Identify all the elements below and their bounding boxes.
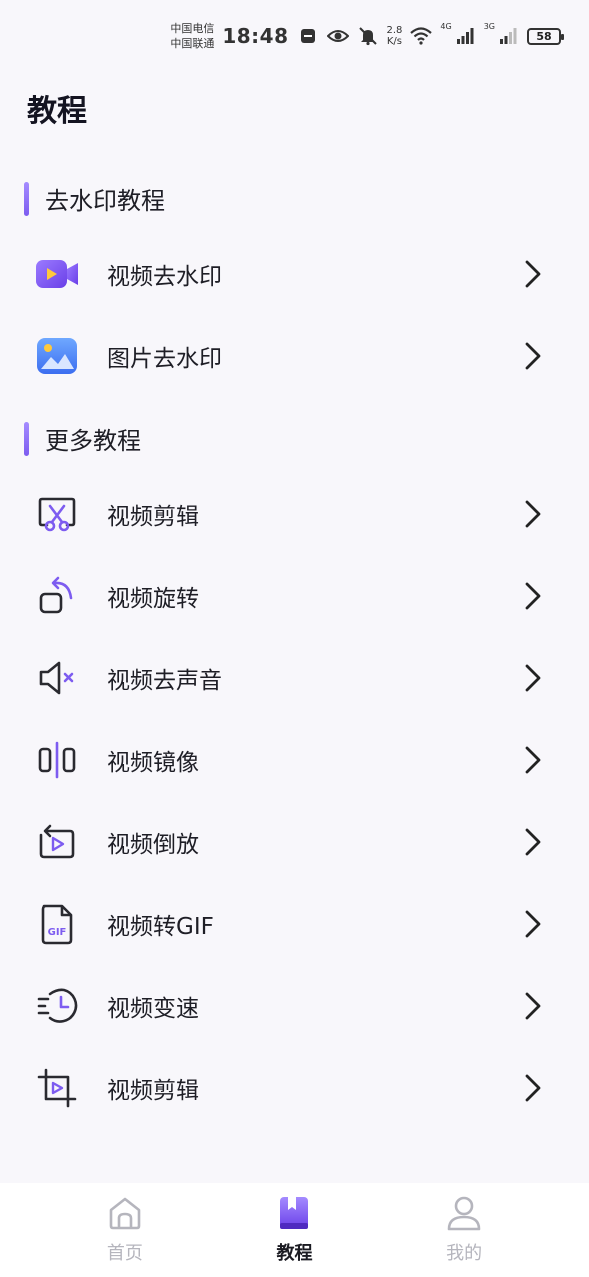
item-label: 视频镜像: [107, 750, 199, 776]
tab-label: 首页: [106, 1243, 143, 1264]
network-type-1: 4G: [440, 22, 452, 31]
section-title: 更多教程: [45, 427, 141, 455]
tab-label: 教程: [276, 1243, 313, 1264]
chevron-right-icon: [518, 341, 548, 371]
section-header-watermark: 去水印教程: [24, 181, 165, 216]
chevron-right-icon: [518, 991, 548, 1021]
item-label: 视频剪辑: [107, 1078, 199, 1104]
section-header-more: 更多教程: [24, 421, 141, 456]
chevron-right-icon: [518, 581, 548, 611]
item-label: 视频倒放: [107, 832, 199, 858]
rotate-icon: [32, 571, 82, 621]
list-item-video-speed[interactable]: 视频变速: [24, 972, 566, 1040]
eye-icon: [326, 25, 349, 47]
page-title: 教程: [27, 94, 87, 129]
image-icon: [32, 331, 82, 381]
network-speed: 2.8 K/s: [387, 25, 403, 47]
item-label: 图片去水印: [107, 346, 222, 372]
network-type-2: 3G: [483, 22, 495, 31]
chevron-right-icon: [518, 259, 548, 289]
scissors-icon: [32, 489, 82, 539]
tab-label: 我的: [446, 1243, 483, 1264]
section-accent-bar: [24, 181, 29, 216]
gif-file-icon: GIF: [32, 899, 82, 949]
wifi-icon: [410, 25, 433, 47]
mirror-icon: [32, 735, 82, 785]
mute-icon: [32, 653, 82, 703]
sim-card-icon: [297, 25, 319, 47]
tab-profile[interactable]: 我的: [404, 1195, 524, 1265]
item-label: 视频变速: [107, 996, 199, 1022]
home-icon: [107, 1195, 143, 1235]
bell-off-icon: [357, 25, 379, 47]
item-label: 视频转GIF: [107, 914, 214, 940]
list-item-video-rotate[interactable]: 视频旋转: [24, 562, 566, 630]
video-camera-icon: [32, 249, 82, 299]
tab-home[interactable]: 首页: [65, 1195, 185, 1265]
carrier-info: 中国电信 中国联通: [170, 21, 214, 51]
list-item-video-reverse[interactable]: 视频倒放: [24, 808, 566, 876]
chevron-right-icon: [518, 827, 548, 857]
tab-tutorial[interactable]: 教程: [234, 1195, 354, 1265]
list-item-video-watermark[interactable]: 视频去水印: [24, 240, 566, 308]
status-time: 18:48: [222, 24, 289, 48]
user-icon: [446, 1195, 482, 1235]
crop-icon: [32, 1063, 82, 1113]
signal-icon-2: [497, 25, 519, 47]
chevron-right-icon: [518, 1073, 548, 1103]
svg-text:GIF: GIF: [48, 927, 67, 938]
list-item-video-cut[interactable]: 视频剪辑: [24, 480, 566, 548]
chevron-right-icon: [518, 745, 548, 775]
speed-unit: K/s: [386, 36, 403, 47]
chevron-right-icon: [518, 663, 548, 693]
speed-value: 2.8: [386, 25, 403, 36]
bottom-tab-bar: 首页 教程 我的: [0, 1183, 589, 1277]
item-label: 视频去声音: [107, 668, 222, 694]
item-label: 视频旋转: [107, 586, 199, 612]
list-item-video-mirror[interactable]: 视频镜像: [24, 726, 566, 794]
reverse-play-icon: [32, 817, 82, 867]
chevron-right-icon: [518, 909, 548, 939]
list-item-video-mute[interactable]: 视频去声音: [24, 644, 566, 712]
item-label: 视频去水印: [107, 264, 222, 290]
section-accent-bar: [24, 421, 29, 456]
carrier-1: 中国电信: [170, 22, 215, 35]
speed-clock-icon: [32, 981, 82, 1031]
status-bar: 中国电信 中国联通 18:48 2.8 K/s 4G 3G 58: [0, 0, 589, 72]
battery-indicator: 58: [527, 27, 564, 45]
item-label: 视频剪辑: [107, 504, 199, 530]
book-icon: [276, 1195, 312, 1235]
chevron-right-icon: [518, 499, 548, 529]
carrier-2: 中国联通: [170, 37, 215, 50]
section-title: 去水印教程: [45, 187, 165, 215]
signal-icon-1: [454, 25, 476, 47]
list-item-video-crop[interactable]: 视频剪辑: [24, 1054, 566, 1122]
list-item-image-watermark[interactable]: 图片去水印: [24, 322, 566, 390]
list-item-video-to-gif[interactable]: GIF 视频转GIF: [24, 890, 566, 958]
